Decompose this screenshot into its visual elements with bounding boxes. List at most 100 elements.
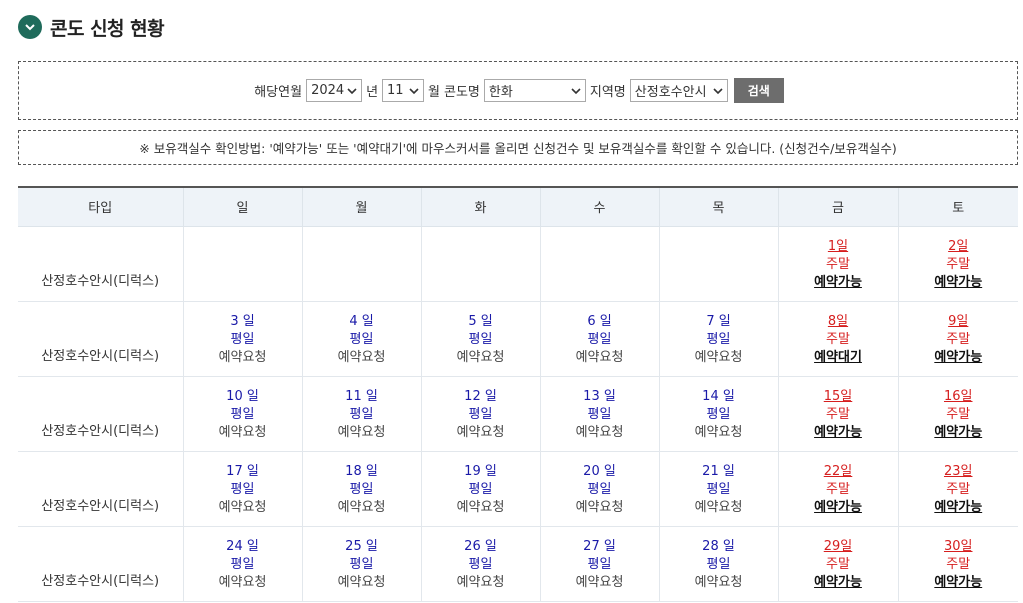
day-number[interactable]: 15일 xyxy=(779,388,898,406)
day-number: 10 일 xyxy=(226,388,259,404)
reservation-request-link[interactable]: 예약요청 xyxy=(303,574,421,592)
day-kind: 주말 xyxy=(826,481,850,497)
day-number[interactable]: 2일 xyxy=(899,238,1019,256)
day-kind: 평일 xyxy=(349,481,374,497)
reservation-status-link[interactable]: 예약가능 xyxy=(779,499,898,517)
day-cell: 14 일 평일 예약요청 xyxy=(658,376,778,452)
day-number[interactable]: 29일 xyxy=(779,538,898,556)
chevron-down-icon xyxy=(409,88,419,95)
day-kind: 주말 xyxy=(826,331,850,347)
day-kind: 평일 xyxy=(587,556,612,572)
table-row: 산정호수안시(디럭스) 1일 주말 예약가능 2일 주말 예약가능 xyxy=(18,226,1019,302)
day-cell: 19 일 평일 예약요청 xyxy=(420,451,540,527)
reservation-request-link[interactable]: 예약요청 xyxy=(660,424,778,442)
day-number: 18 일 xyxy=(345,463,378,479)
reservation-request-link[interactable]: 예약요청 xyxy=(422,424,540,442)
day-number[interactable]: 16일 xyxy=(899,388,1019,406)
day-kind: 주말 xyxy=(946,331,971,347)
day-kind: 평일 xyxy=(230,331,255,347)
day-number[interactable]: 23일 xyxy=(899,463,1019,481)
reservation-status-link[interactable]: 예약가능 xyxy=(779,424,898,442)
day-cell: 20 일 평일 예약요청 xyxy=(539,451,659,527)
day-number: 14 일 xyxy=(702,388,735,404)
reservation-request-link[interactable]: 예약요청 xyxy=(184,349,302,367)
reservation-request-link[interactable]: 예약요청 xyxy=(541,574,659,592)
year-select[interactable]: 2024 xyxy=(306,79,363,102)
region-label: 지역명 xyxy=(589,85,626,100)
reservation-request-link[interactable]: 예약요청 xyxy=(660,349,778,367)
reservation-status-link[interactable]: 예약가능 xyxy=(899,424,1019,442)
year-month-label: 해당연월 xyxy=(254,85,303,100)
reservation-status-link[interactable]: 예약가능 xyxy=(779,574,898,592)
reservation-request-link[interactable]: 예약요청 xyxy=(303,349,421,367)
day-number: 21 일 xyxy=(702,463,735,479)
region-select[interactable]: 산정호수안시 xyxy=(629,79,728,102)
reservation-request-link[interactable]: 예약요청 xyxy=(422,574,540,592)
day-number[interactable]: 30일 xyxy=(899,538,1019,556)
day-cell: 13 일평일예약요청 xyxy=(539,376,659,452)
room-type-cell: 산정호수안시(디럭스) xyxy=(18,301,183,377)
reservation-request-link[interactable]: 예약요청 xyxy=(422,499,540,517)
day-number[interactable]: 9일 xyxy=(899,313,1019,331)
reservation-status-link[interactable]: 예약가능 xyxy=(779,274,898,292)
day-number[interactable]: 1일 xyxy=(779,238,898,256)
day-cell: 27 일평일예약요청 xyxy=(539,526,659,602)
chevron-down-icon[interactable] xyxy=(18,15,42,39)
reservation-request-link[interactable]: 예약요청 xyxy=(184,424,302,442)
day-cell: 29일 주말 예약가능 xyxy=(777,526,898,602)
day-kind: 평일 xyxy=(587,406,612,422)
calendar-header-row: 타입 일 월 화 수 목 금 토 xyxy=(18,187,1018,227)
day-number: 28 일 xyxy=(702,538,735,554)
reservation-status-link[interactable]: 예약대기 xyxy=(779,349,898,367)
day-cell: 11 일 평일 예약요청 xyxy=(301,376,421,452)
day-kind: 주말 xyxy=(946,481,971,497)
day-cell: 9일 주말예약가능 xyxy=(897,301,1019,377)
region-value: 산정호수안시 xyxy=(634,85,707,100)
reservation-request-link[interactable]: 예약요청 xyxy=(184,499,302,517)
day-kind: 평일 xyxy=(349,331,374,347)
day-number: 25 일 xyxy=(345,538,378,554)
day-number: 20 일 xyxy=(583,463,616,479)
reservation-request-link[interactable]: 예약요청 xyxy=(422,349,540,367)
reservation-request-link[interactable]: 예약요청 xyxy=(541,424,659,442)
reservation-request-link[interactable]: 예약요청 xyxy=(541,349,659,367)
search-button[interactable]: 검색 xyxy=(733,78,784,103)
day-number: 13 일 xyxy=(583,388,616,404)
column-header-day: 일 xyxy=(182,187,302,227)
reservation-request-link[interactable]: 예약요청 xyxy=(303,424,421,442)
reservation-status-link[interactable]: 예약가능 xyxy=(899,499,1019,517)
day-number: 11 일 xyxy=(345,388,378,404)
day-number: 27 일 xyxy=(583,538,616,554)
chevron-down-icon xyxy=(347,88,357,95)
reservation-status-link[interactable]: 예약가능 xyxy=(899,349,1019,367)
day-kind: 주말 xyxy=(946,406,971,422)
day-number: 12 일 xyxy=(464,388,497,404)
day-kind: 평일 xyxy=(349,556,374,572)
reservation-status-link[interactable]: 예약가능 xyxy=(899,574,1019,592)
day-number[interactable]: 22일 xyxy=(779,463,898,481)
reservation-request-link[interactable]: 예약요청 xyxy=(303,499,421,517)
day-cell: 23일 주말예약가능 xyxy=(897,451,1019,527)
day-number: 4 일 xyxy=(349,313,374,329)
reservation-request-link[interactable]: 예약요청 xyxy=(184,574,302,592)
column-header-type: 타입 xyxy=(18,187,183,227)
day-cell xyxy=(420,226,540,302)
month-select[interactable]: 11 xyxy=(382,79,425,102)
day-cell: 28 일 평일 예약요청 xyxy=(658,526,778,602)
chevron-down-icon xyxy=(571,88,581,95)
day-cell: 2일 주말 예약가능 xyxy=(897,226,1019,302)
reservation-request-link[interactable]: 예약요청 xyxy=(660,499,778,517)
reservation-request-link[interactable]: 예약요청 xyxy=(660,574,778,592)
table-row: 산정호수안시(디럭스) 10 일 평일 예약요청 11 일 평일 예약요청 12 일 평일 예약요… xyxy=(18,376,1019,452)
day-kind: 평일 xyxy=(230,481,255,497)
month-unit: 월 xyxy=(428,85,440,100)
day-kind: 평일 xyxy=(468,481,493,497)
condo-select[interactable]: 한화 xyxy=(483,79,586,102)
day-number[interactable]: 8일 xyxy=(779,313,898,331)
day-kind: 평일 xyxy=(230,406,255,422)
reservation-request-link[interactable]: 예약요청 xyxy=(541,499,659,517)
reservation-status-link[interactable]: 예약가능 xyxy=(899,274,1019,292)
column-header-day: 화 xyxy=(420,187,540,227)
day-cell: 18 일평일예약요청 xyxy=(301,451,421,527)
day-kind: 평일 xyxy=(706,481,731,497)
